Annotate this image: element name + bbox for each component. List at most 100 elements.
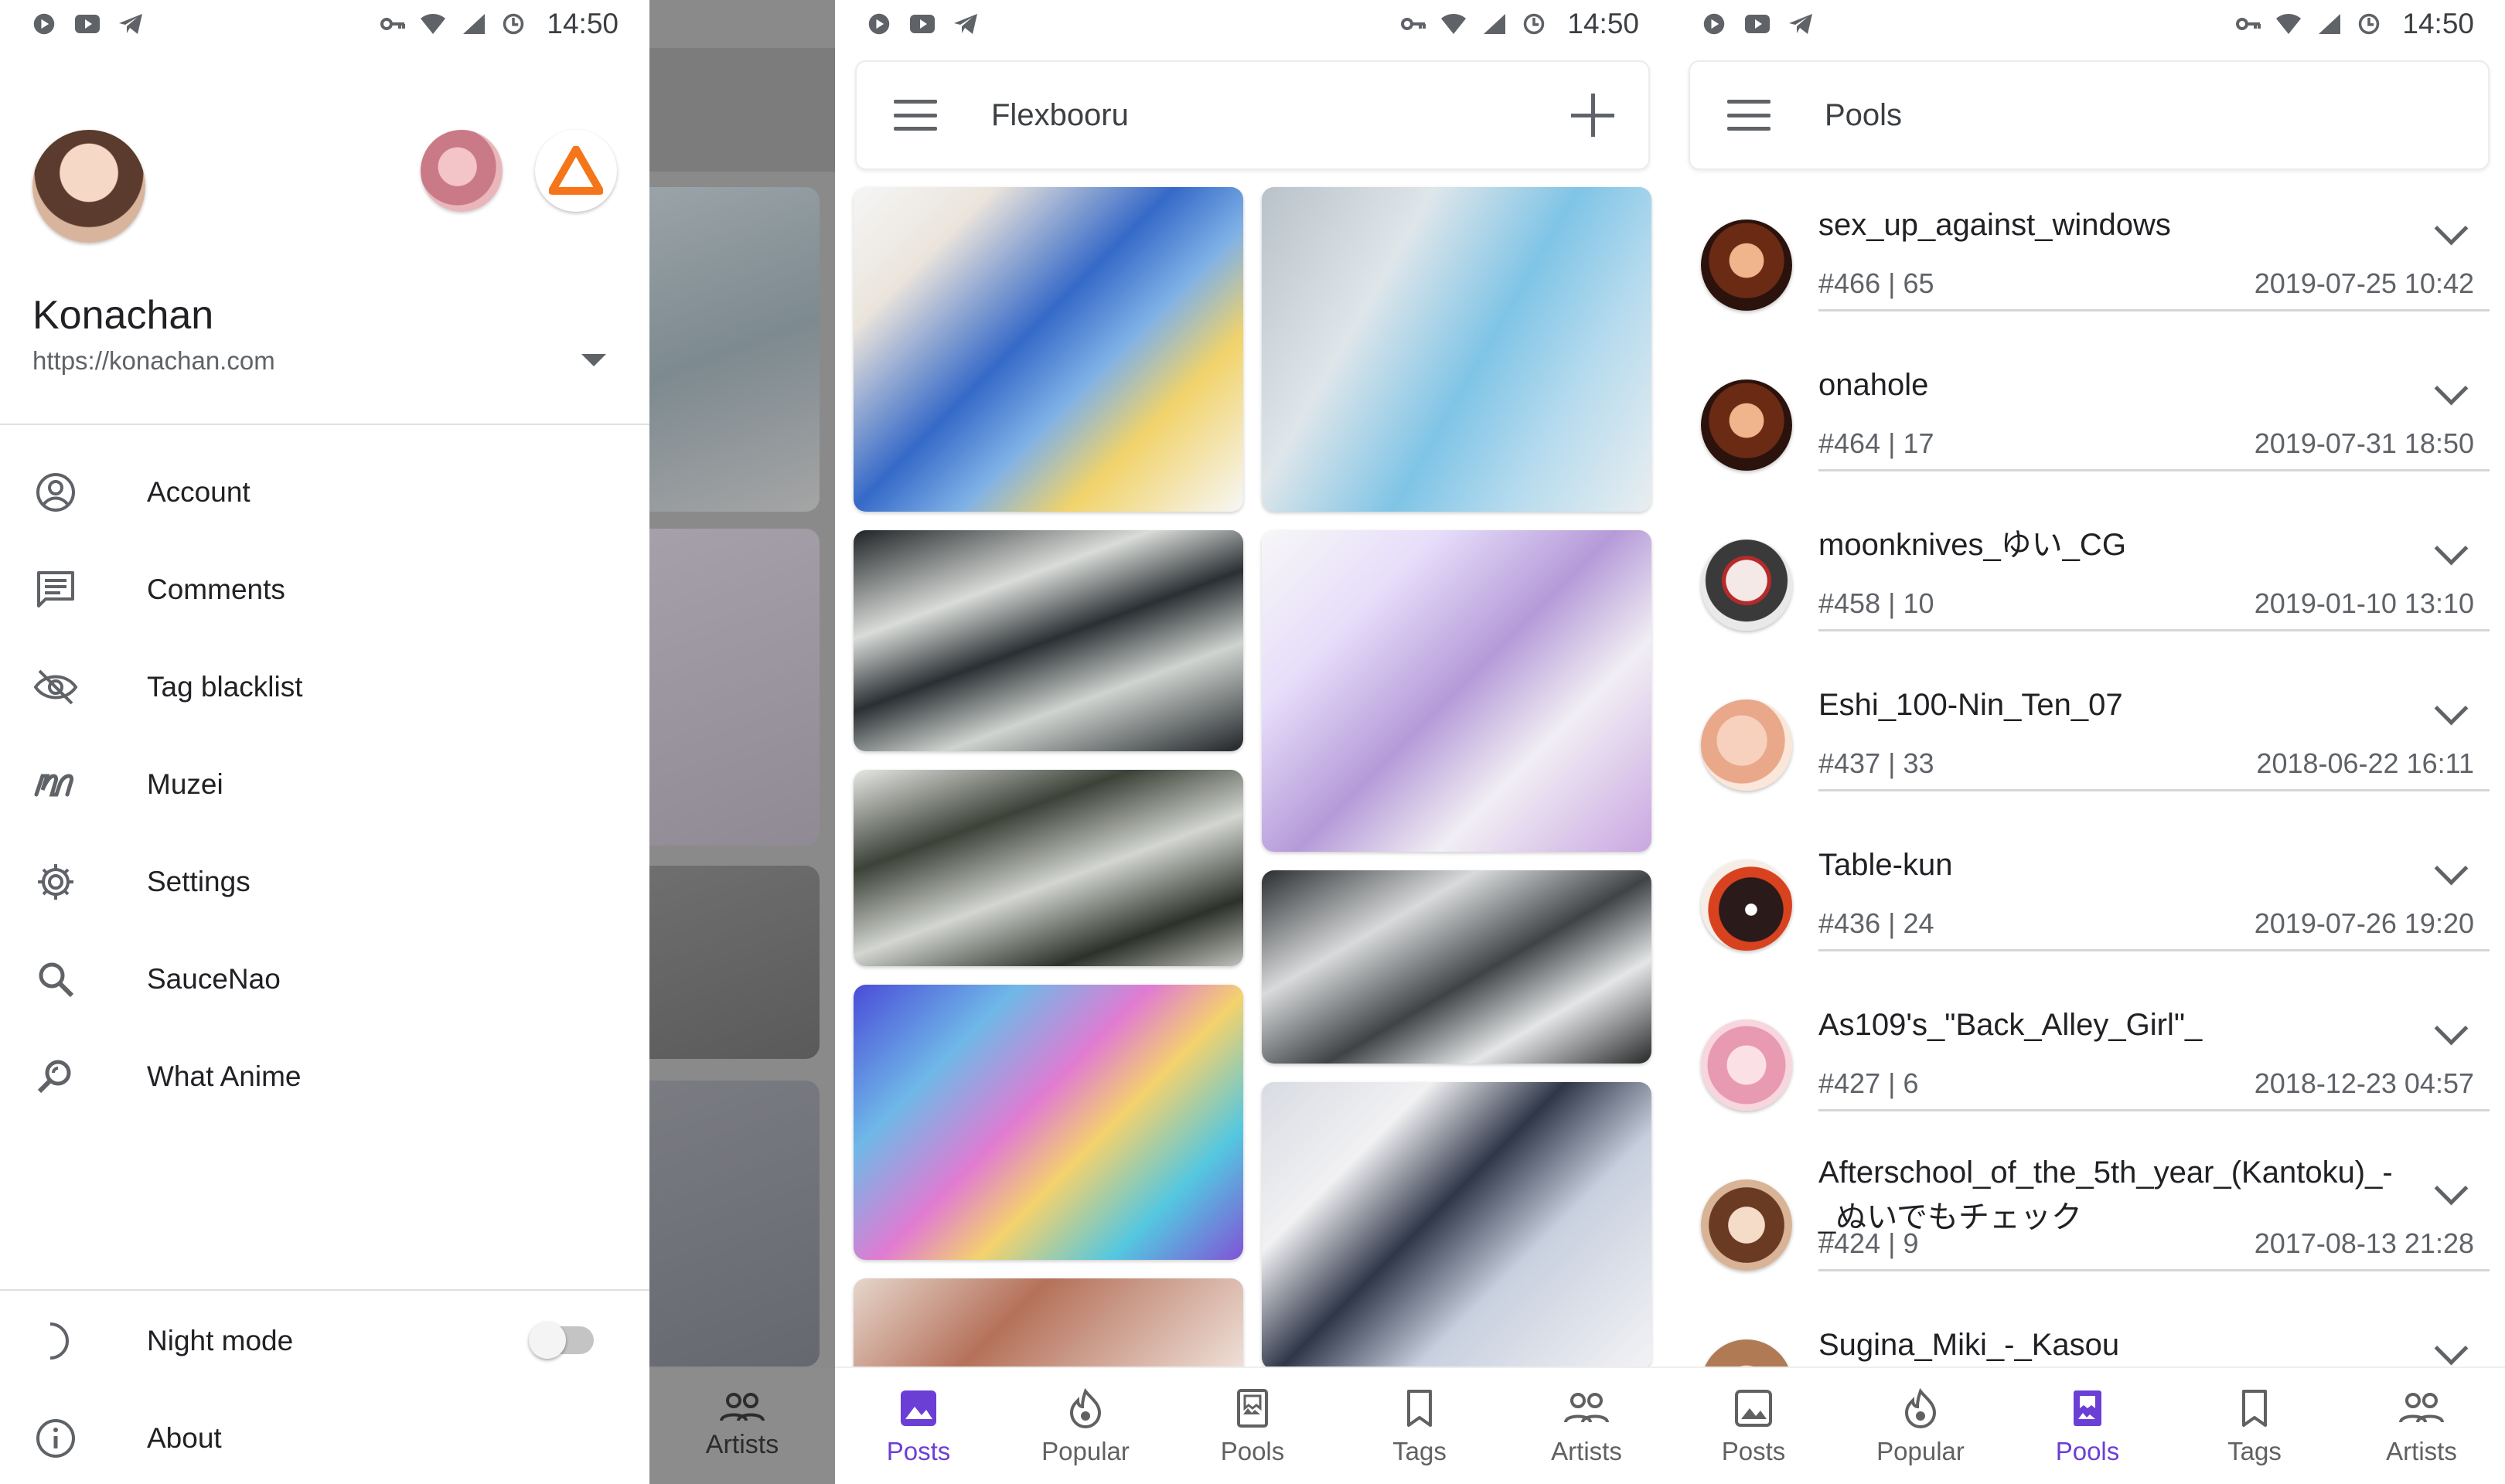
nav-pools[interactable]: Pools bbox=[1169, 1368, 1336, 1484]
nav-popular[interactable]: Popular bbox=[1837, 1368, 2004, 1484]
post-thumbnail[interactable] bbox=[854, 530, 1243, 751]
menu-item-about[interactable]: About bbox=[0, 1390, 649, 1484]
vpn-key-icon bbox=[1401, 18, 1426, 30]
nav-posts[interactable]: Posts bbox=[835, 1368, 1002, 1484]
nav-popular[interactable]: Popular bbox=[1002, 1368, 1169, 1484]
pool-list-item[interactable]: Table-kun #436 | 24 2019-07-26 19:20 bbox=[1670, 833, 2505, 993]
menu-label: What Anime bbox=[147, 1060, 302, 1092]
people-icon bbox=[1564, 1393, 1609, 1423]
night-mode-toggle[interactable] bbox=[529, 1322, 594, 1359]
behind-image bbox=[649, 529, 820, 846]
account-circle-icon bbox=[36, 473, 75, 512]
navigation-drawer: 14:50 Konachan https://konachan.com Acco… bbox=[0, 0, 649, 1484]
secondary-account-avatar[interactable] bbox=[421, 130, 503, 212]
bottom-navigation: Posts Popular Pools Tags Artists bbox=[835, 1367, 1670, 1484]
danbooru-account-avatar[interactable] bbox=[535, 130, 617, 212]
nav-tags[interactable]: Tags bbox=[2171, 1368, 2338, 1484]
divider bbox=[1818, 789, 2490, 791]
drawer-screen: Artists 14:50 Konachan https://konachan.… bbox=[0, 0, 835, 1484]
pool-name: moonknives_ゆい_CG bbox=[1818, 528, 2126, 562]
menu-item-comments[interactable]: Comments bbox=[0, 541, 649, 638]
nav-pools[interactable]: Pools bbox=[2004, 1368, 2171, 1484]
gear-icon bbox=[38, 864, 73, 900]
post-thumbnail[interactable] bbox=[854, 985, 1243, 1260]
divider bbox=[1818, 1109, 2490, 1111]
menu-item-what-anime[interactable]: What Anime bbox=[0, 1028, 649, 1125]
menu-item-account[interactable]: Account bbox=[0, 444, 649, 541]
menu-label: SauceNao bbox=[147, 963, 281, 995]
pool-name: onahole bbox=[1818, 368, 1929, 402]
post-thumbnail[interactable] bbox=[1262, 1082, 1651, 1370]
nav-artists[interactable]: Artists bbox=[2338, 1368, 2505, 1484]
play-icon bbox=[1703, 13, 1725, 35]
menu-label: Night mode bbox=[147, 1325, 294, 1356]
post-thumbnail[interactable] bbox=[1262, 870, 1651, 1064]
pool-list-item[interactable]: Eshi_100-Nin_Ten_07 #437 | 33 2018-06-22… bbox=[1670, 673, 2505, 833]
pool-id-count: #466 | 65 bbox=[1818, 267, 1934, 299]
scrim-background-content[interactable]: Artists bbox=[649, 0, 835, 1484]
pool-date: 2017-08-13 21:28 bbox=[2254, 1227, 2474, 1259]
account-switcher-dropdown-icon[interactable] bbox=[581, 354, 606, 366]
chevron-down-icon[interactable] bbox=[2434, 851, 2469, 886]
menu-item-tag-blacklist[interactable]: Tag blacklist bbox=[0, 638, 649, 736]
chevron-down-icon[interactable] bbox=[2434, 691, 2469, 726]
pool-id-count: #464 | 17 bbox=[1818, 427, 1934, 459]
chevron-down-icon[interactable] bbox=[2434, 1171, 2469, 1206]
clock: 14:50 bbox=[547, 8, 619, 39]
comment-icon bbox=[37, 571, 74, 608]
image-icon bbox=[901, 1390, 936, 1426]
post-thumbnail[interactable] bbox=[1262, 530, 1651, 852]
pool-list-item[interactable]: As109's_"Back_Alley_Girl"_ #427 | 6 2018… bbox=[1670, 993, 2505, 1153]
vpn-key-icon bbox=[2236, 18, 2261, 30]
pool-name: As109's_"Back_Alley_Girl"_ bbox=[1818, 1008, 2203, 1042]
pool-date: 2018-12-23 04:57 bbox=[2254, 1067, 2474, 1099]
nav-artists[interactable]: Artists bbox=[1503, 1368, 1670, 1484]
wifi-icon bbox=[421, 14, 446, 34]
menu-label: Tag blacklist bbox=[147, 671, 303, 703]
vpn-key-icon bbox=[380, 18, 406, 30]
pool-id-count: #458 | 10 bbox=[1818, 587, 1934, 619]
divider bbox=[1818, 309, 2490, 311]
pools-toolbar: Pools bbox=[1689, 60, 2490, 170]
post-thumbnail[interactable] bbox=[854, 187, 1243, 512]
status-bar: 14:50 bbox=[1670, 0, 2505, 48]
chevron-down-icon[interactable] bbox=[2434, 211, 2469, 246]
nav-tags[interactable]: Tags bbox=[1336, 1368, 1503, 1484]
fire-icon bbox=[1904, 1388, 1937, 1428]
add-icon[interactable] bbox=[1571, 94, 1614, 137]
chevron-down-icon[interactable] bbox=[2434, 1011, 2469, 1046]
signal-icon bbox=[463, 14, 486, 34]
nav-posts[interactable]: Posts bbox=[1670, 1368, 1837, 1484]
chevron-down-icon[interactable] bbox=[2434, 531, 2469, 566]
post-thumbnail[interactable] bbox=[1262, 187, 1651, 512]
pool-list-item[interactable]: onahole #464 | 17 2019-07-31 18:50 bbox=[1670, 353, 2505, 513]
pool-list-item[interactable]: Afterschool_of_the_5th_year_(Kantoku)_-_… bbox=[1670, 1153, 2505, 1313]
pool-thumbnail bbox=[1701, 380, 1792, 471]
data-saver-icon bbox=[503, 13, 524, 35]
pool-name: sex_up_against_windows bbox=[1818, 208, 2171, 242]
post-thumbnail[interactable] bbox=[854, 1278, 1243, 1379]
pool-thumbnail bbox=[1701, 1019, 1792, 1111]
people-icon bbox=[720, 1392, 765, 1421]
post-thumbnail[interactable] bbox=[854, 770, 1243, 966]
chevron-down-icon[interactable] bbox=[2434, 1331, 2469, 1366]
menu-item-settings[interactable]: Settings bbox=[0, 833, 649, 931]
wifi-icon bbox=[2276, 14, 2302, 34]
hamburger-menu-icon[interactable] bbox=[894, 100, 937, 131]
youtube-icon bbox=[910, 15, 935, 33]
pool-id-count: #424 | 9 bbox=[1818, 1227, 1919, 1259]
app-title: Flexbooru bbox=[991, 97, 1129, 132]
pool-list-item[interactable]: moonknives_ゆい_CG #458 | 10 2019-01-10 13… bbox=[1670, 513, 2505, 673]
pool-list-item[interactable]: sex_up_against_windows #466 | 65 2019-07… bbox=[1670, 193, 2505, 353]
menu-label: Account bbox=[147, 476, 250, 508]
menu-item-saucenao[interactable]: SauceNao bbox=[0, 931, 649, 1028]
search-bar[interactable]: Flexbooru bbox=[855, 60, 1650, 170]
chevron-down-icon[interactable] bbox=[2434, 371, 2469, 406]
pool-id-count: #437 | 33 bbox=[1818, 747, 1934, 779]
fire-icon bbox=[1069, 1388, 1102, 1428]
pool-date: 2018-06-22 16:11 bbox=[2256, 747, 2474, 779]
hamburger-menu-icon[interactable] bbox=[1727, 100, 1771, 131]
menu-item-muzei[interactable]: Muzei bbox=[0, 736, 649, 833]
current-account-avatar[interactable] bbox=[32, 130, 145, 243]
telegram-icon bbox=[1789, 14, 1812, 34]
